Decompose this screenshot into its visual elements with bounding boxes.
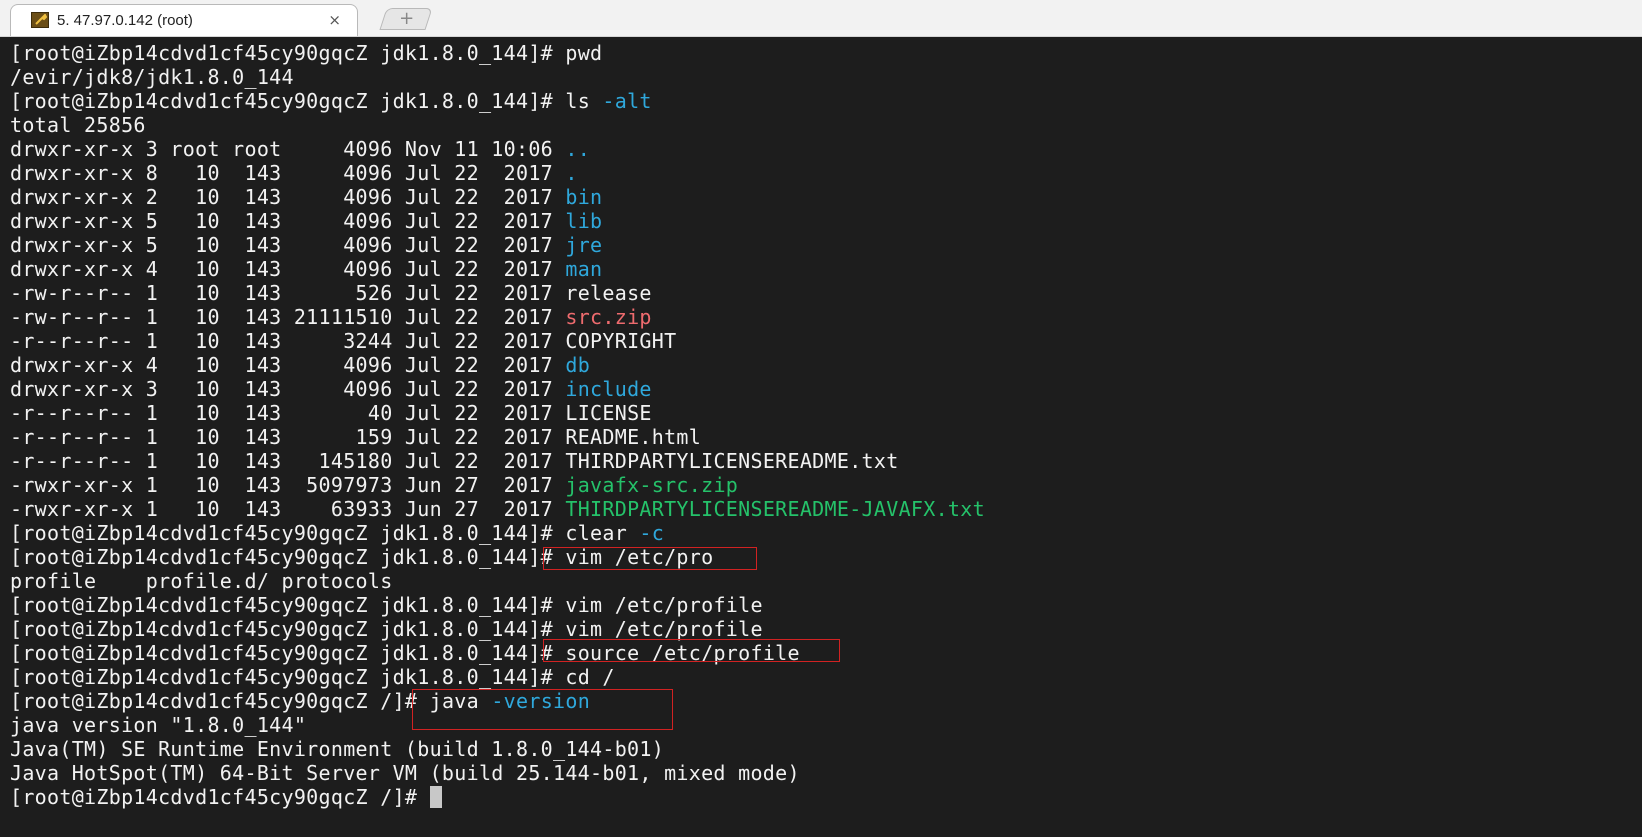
prompt: [root@iZbp14cdvd1cf45cy90gqcZ jdk1.8.0_1… xyxy=(10,41,554,65)
entry-meta: drwxr-xr-x 3 10 143 4096 Jul 22 2017 xyxy=(10,377,554,401)
tab-bar: 5. 47.97.0.142 (root) × + xyxy=(0,0,1642,37)
terminal-line-pwd: [root@iZbp14cdvd1cf45cy90gqcZ jdk1.8.0_1… xyxy=(10,41,985,65)
java-runtime-output: Java(TM) SE Runtime Environment (build 1… xyxy=(10,737,665,761)
ls-entry: -rw-r--r-- 1 10 143 21111510 Jul 22 2017… xyxy=(10,305,985,329)
wrench-icon xyxy=(31,12,49,28)
entry-name: bin xyxy=(565,185,603,209)
ls-entry: -r--r--r-- 1 10 143 145180 Jul 22 2017 T… xyxy=(10,449,985,473)
entry-name: THIRDPARTYLICENSEREADME-JAVAFX.txt xyxy=(565,497,985,521)
command-flag: -alt xyxy=(602,89,652,113)
ls-entry: -r--r--r-- 1 10 143 40 Jul 22 2017 LICEN… xyxy=(10,401,985,425)
command: vim /etc/profile xyxy=(565,593,763,617)
ls-entry: drwxr-xr-x 8 10 143 4096 Jul 22 2017 . xyxy=(10,161,985,185)
entry-name: README.html xyxy=(565,425,702,449)
entry-meta: drwxr-xr-x 5 10 143 4096 Jul 22 2017 xyxy=(10,233,554,257)
prompt: [root@iZbp14cdvd1cf45cy90gqcZ /]# xyxy=(10,689,418,713)
prompt: [root@iZbp14cdvd1cf45cy90gqcZ jdk1.8.0_1… xyxy=(10,593,554,617)
ls-entry: drwxr-xr-x 5 10 143 4096 Jul 22 2017 lib xyxy=(10,209,985,233)
ls-entry: drwxr-xr-x 5 10 143 4096 Jul 22 2017 jre xyxy=(10,233,985,257)
prompt: [root@iZbp14cdvd1cf45cy90gqcZ jdk1.8.0_1… xyxy=(10,89,554,113)
terminal-line-cd: [root@iZbp14cdvd1cf45cy90gqcZ jdk1.8.0_1… xyxy=(10,665,985,689)
command: ls xyxy=(565,89,591,113)
entry-meta: -rwxr-xr-x 1 10 143 63933 Jun 27 2017 xyxy=(10,497,554,521)
ls-entry: drwxr-xr-x 4 10 143 4096 Jul 22 2017 man xyxy=(10,257,985,281)
prompt: [root@iZbp14cdvd1cf45cy90gqcZ /]# xyxy=(10,785,418,809)
highlight-box-java-command xyxy=(412,689,673,730)
entry-name: THIRDPARTYLICENSEREADME.txt xyxy=(565,449,899,473)
entry-meta: -rw-r--r-- 1 10 143 526 Jul 22 2017 xyxy=(10,281,554,305)
command: vim /etc/profile xyxy=(565,617,763,641)
command: pwd xyxy=(565,41,603,65)
ls-entry: drwxr-xr-x 3 10 143 4096 Jul 22 2017 inc… xyxy=(10,377,985,401)
ls-entry: drwxr-xr-x 4 10 143 4096 Jul 22 2017 db xyxy=(10,353,985,377)
terminal-output[interactable]: [root@iZbp14cdvd1cf45cy90gqcZ jdk1.8.0_1… xyxy=(0,37,1642,837)
terminal-line-ls: [root@iZbp14cdvd1cf45cy90gqcZ jdk1.8.0_1… xyxy=(10,89,985,113)
tab-completion-output: profile profile.d/ protocols xyxy=(10,569,393,593)
entry-name: man xyxy=(565,257,603,281)
ls-entry: -rw-r--r-- 1 10 143 526 Jul 22 2017 rele… xyxy=(10,281,985,305)
entry-name: lib xyxy=(565,209,603,233)
entry-meta: drwxr-xr-x 5 10 143 4096 Jul 22 2017 xyxy=(10,209,554,233)
new-tab-button[interactable]: + xyxy=(379,8,433,30)
entry-name: javafx-src.zip xyxy=(565,473,739,497)
entry-meta: drwxr-xr-x 2 10 143 4096 Jul 22 2017 xyxy=(10,185,554,209)
session-tab[interactable]: 5. 47.97.0.142 (root) × xyxy=(10,4,358,36)
entry-meta: -r--r--r-- 1 10 143 40 Jul 22 2017 xyxy=(10,401,554,425)
text-cursor xyxy=(429,785,442,808)
ls-total: total 25856 xyxy=(10,113,146,137)
ls-entry: -rwxr-xr-x 1 10 143 5097973 Jun 27 2017 … xyxy=(10,473,985,497)
command: clear xyxy=(565,521,628,545)
tab-title: 5. 47.97.0.142 (root) xyxy=(57,12,193,29)
terminal-line-vim: [root@iZbp14cdvd1cf45cy90gqcZ jdk1.8.0_1… xyxy=(10,593,985,617)
command-flag: -c xyxy=(639,521,665,545)
ls-entry: -r--r--r-- 1 10 143 159 Jul 22 2017 READ… xyxy=(10,425,985,449)
entry-name: COPYRIGHT xyxy=(565,329,677,353)
ls-entry: drwxr-xr-x 2 10 143 4096 Jul 22 2017 bin xyxy=(10,185,985,209)
prompt: [root@iZbp14cdvd1cf45cy90gqcZ jdk1.8.0_1… xyxy=(10,617,554,641)
java-hotspot-output: Java HotSpot(TM) 64-Bit Server VM (build… xyxy=(10,761,800,785)
entry-meta: -r--r--r-- 1 10 143 145180 Jul 22 2017 xyxy=(10,449,554,473)
entry-meta: -rwxr-xr-x 1 10 143 5097973 Jun 27 2017 xyxy=(10,473,554,497)
entry-name: .. xyxy=(565,137,591,161)
entry-name: LICENSE xyxy=(565,401,652,425)
entry-name: release xyxy=(565,281,652,305)
entry-meta: -r--r--r-- 1 10 143 159 Jul 22 2017 xyxy=(10,425,554,449)
ls-entry: drwxr-xr-x 3 root root 4096 Nov 11 10:06… xyxy=(10,137,985,161)
highlight-box-source-command xyxy=(543,639,840,662)
ls-entry: -r--r--r-- 1 10 143 3244 Jul 22 2017 COP… xyxy=(10,329,985,353)
prompt: [root@iZbp14cdvd1cf45cy90gqcZ jdk1.8.0_1… xyxy=(10,665,554,689)
prompt: [root@iZbp14cdvd1cf45cy90gqcZ jdk1.8.0_1… xyxy=(10,521,554,545)
entry-name: jre xyxy=(565,233,603,257)
entry-name: src.zip xyxy=(565,305,652,329)
terminal-line-vim: [root@iZbp14cdvd1cf45cy90gqcZ jdk1.8.0_1… xyxy=(10,617,985,641)
command: cd / xyxy=(565,665,615,689)
entry-meta: -r--r--r-- 1 10 143 3244 Jul 22 2017 xyxy=(10,329,554,353)
entry-name: db xyxy=(565,353,591,377)
highlight-box-vim-command xyxy=(543,547,757,570)
entry-meta: -rw-r--r-- 1 10 143 21111510 Jul 22 2017 xyxy=(10,305,554,329)
prompt: [root@iZbp14cdvd1cf45cy90gqcZ jdk1.8.0_1… xyxy=(10,641,554,665)
terminal-line-vim-partial: [root@iZbp14cdvd1cf45cy90gqcZ jdk1.8.0_1… xyxy=(10,545,985,569)
terminal-line-current[interactable]: [root@iZbp14cdvd1cf45cy90gqcZ /]# xyxy=(10,785,985,809)
terminal-line-clear: [root@iZbp14cdvd1cf45cy90gqcZ jdk1.8.0_1… xyxy=(10,521,985,545)
entry-name: include xyxy=(565,377,652,401)
pwd-output: /evir/jdk8/jdk1.8.0_144 xyxy=(10,65,294,89)
prompt: [root@iZbp14cdvd1cf45cy90gqcZ jdk1.8.0_1… xyxy=(10,545,554,569)
entry-meta: drwxr-xr-x 4 10 143 4096 Jul 22 2017 xyxy=(10,353,554,377)
close-icon[interactable]: × xyxy=(328,11,341,29)
entry-meta: drwxr-xr-x 4 10 143 4096 Jul 22 2017 xyxy=(10,257,554,281)
entry-meta: drwxr-xr-x 8 10 143 4096 Jul 22 2017 xyxy=(10,161,554,185)
ls-entry: -rwxr-xr-x 1 10 143 63933 Jun 27 2017 TH… xyxy=(10,497,985,521)
plus-icon: + xyxy=(399,8,415,29)
entry-name: . xyxy=(565,161,578,185)
entry-meta: drwxr-xr-x 3 root root 4096 Nov 11 10:06 xyxy=(10,137,554,161)
